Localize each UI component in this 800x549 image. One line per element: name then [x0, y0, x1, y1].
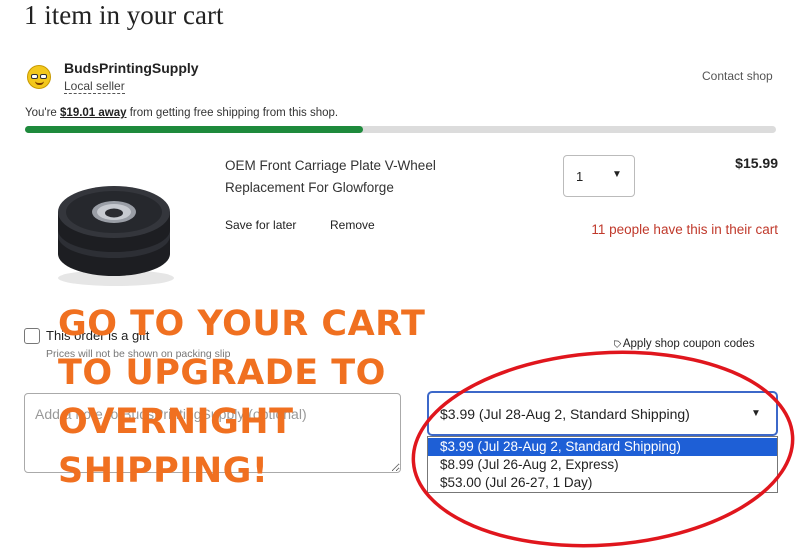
apply-coupon-link[interactable]: ⌂Apply shop coupon codes	[608, 334, 755, 350]
shop-name-link[interactable]: BudsPrintingSupply	[64, 60, 199, 76]
tag-icon: ⌂	[607, 334, 625, 351]
popularity-note: 11 people have this in their cart	[591, 222, 778, 237]
shipping-option-express[interactable]: $8.99 (Jul 26-Aug 2, Express)	[428, 456, 777, 474]
remove-button[interactable]: Remove	[330, 218, 375, 232]
shop-avatar[interactable]	[27, 65, 51, 89]
avatar-eye-right	[40, 74, 47, 79]
product-title-link[interactable]: OEM Front Carriage Plate V-Wheel Replace…	[225, 155, 505, 199]
item-price: $15.99	[735, 155, 778, 171]
free-shipping-amount[interactable]: $19.01 away	[60, 107, 127, 119]
shipping-option-one-day[interactable]: $53.00 (Jul 26-27, 1 Day)	[428, 474, 777, 492]
chevron-down-icon: ▼	[612, 169, 622, 180]
promo-line-4: SHIPPING!	[58, 451, 269, 491]
avatar-mouth	[35, 81, 44, 85]
free-shipping-prefix: You're	[25, 107, 61, 119]
avatar-eye-left	[31, 74, 38, 79]
shipping-options-dropdown[interactable]: $3.99 (Jul 28-Aug 2, Standard Shipping) …	[427, 436, 778, 493]
promo-line-2: TO UPGRADE TO	[58, 353, 386, 393]
shipping-method-select[interactable]: $3.99 (Jul 28-Aug 2, Standard Shipping) …	[427, 391, 778, 436]
local-seller-badge[interactable]: Local seller	[64, 79, 125, 94]
shipping-option-standard[interactable]: $3.99 (Jul 28-Aug 2, Standard Shipping)	[428, 438, 777, 456]
save-for-later-button[interactable]: Save for later	[225, 218, 296, 232]
free-shipping-progress-bar	[25, 126, 776, 133]
quantity-value: 1	[576, 169, 584, 184]
contact-shop-link[interactable]: Contact shop	[702, 69, 773, 83]
product-image[interactable]	[40, 170, 190, 290]
promo-line-3: OVERNIGHT	[58, 402, 294, 442]
page-title: 1 item in your cart	[24, 0, 224, 30]
promo-line-1: GO TO YOUR CART	[58, 304, 426, 344]
chevron-down-icon: ▼	[751, 408, 761, 419]
free-shipping-progress-fill	[25, 126, 363, 133]
promo-overlay-text: GO TO YOUR CART TO UPGRADE TO OVERNIGHT …	[58, 300, 425, 496]
shipping-selected-value: $3.99 (Jul 28-Aug 2, Standard Shipping)	[440, 406, 690, 422]
free-shipping-message: You're $19.01 away from getting free shi…	[25, 107, 338, 119]
apply-coupon-label: Apply shop coupon codes	[622, 338, 755, 350]
quantity-select[interactable]: 1 ▼	[563, 155, 635, 197]
free-shipping-suffix: from getting free shipping from this sho…	[126, 107, 339, 119]
gift-checkbox[interactable]	[24, 328, 40, 344]
